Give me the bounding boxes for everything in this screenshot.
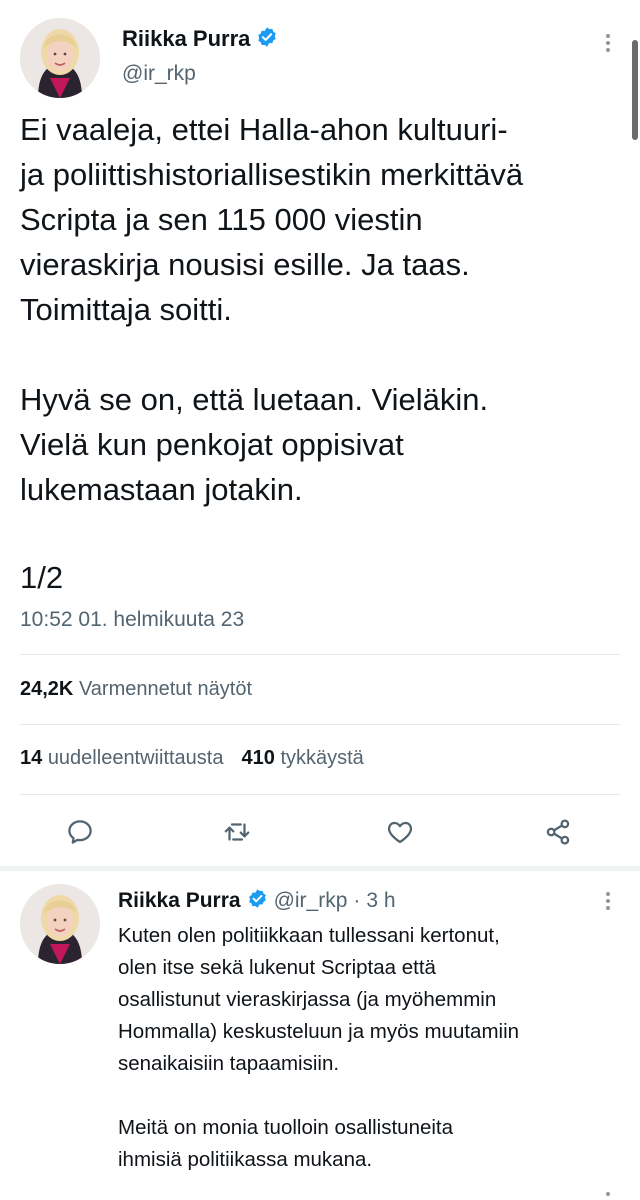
- share-icon: [546, 819, 570, 845]
- verified-badge-icon: [256, 26, 278, 53]
- likes-count: 410: [241, 747, 275, 769]
- scrollbar-thumb[interactable]: [632, 40, 638, 140]
- likes-stat[interactable]: 410 tykkäystä: [242, 747, 364, 770]
- like-button[interactable]: [382, 814, 418, 850]
- thread-index: 1/2: [20, 560, 64, 595]
- divider: [20, 654, 620, 655]
- reply-author-handle[interactable]: @ir_rkp: [274, 889, 348, 913]
- more-vertical-icon[interactable]: [598, 1186, 618, 1200]
- divider: [20, 724, 620, 725]
- share-button[interactable]: [540, 814, 576, 850]
- avatar-image: [20, 18, 100, 98]
- reply-avatar[interactable]: [20, 884, 100, 964]
- reply-text: Kuten olen politiikkaan tullessani kerto…: [118, 924, 520, 1170]
- avatar[interactable]: [20, 18, 100, 98]
- views-stat[interactable]: 24,2K Varmennetut näytöt: [20, 678, 252, 701]
- author-handle[interactable]: @ir_rkp: [122, 62, 196, 86]
- tweet-separator: [0, 866, 640, 871]
- views-count: 24,2K: [20, 678, 74, 700]
- reply-icon: [68, 820, 92, 844]
- retweets-label: uudelleentwiittausta: [47, 747, 224, 769]
- more-vertical-icon[interactable]: [598, 28, 618, 58]
- author-row: Riikka Purra: [122, 24, 278, 54]
- engagement-stats: 14 uudelleentwiittausta 410 tykkäystä: [20, 747, 364, 770]
- divider: [20, 794, 620, 795]
- avatar-image: [20, 884, 100, 964]
- likes-label: tykkäystä: [280, 747, 364, 769]
- meta-separator: ·: [353, 889, 361, 912]
- reply-author-row: Riikka Purra @ir_rkp · 3 h: [118, 886, 396, 916]
- author-name[interactable]: Riikka Purra: [122, 26, 250, 52]
- verified-badge-icon: [247, 888, 268, 915]
- retweets-stat[interactable]: 14 uudelleentwiittausta: [20, 747, 224, 770]
- views-label: Varmennetut näytöt: [78, 678, 253, 700]
- tweet-text: Ei vaaleja, ettei Halla-ahon kultuuri- j…: [20, 112, 524, 507]
- tweet-timestamp[interactable]: 10:52 01. helmikuuta 23: [20, 608, 244, 632]
- more-vertical-icon[interactable]: [598, 886, 618, 916]
- retweet-icon: [224, 823, 250, 841]
- retweets-count: 14: [20, 747, 43, 769]
- reply-author-name[interactable]: Riikka Purra: [118, 889, 241, 913]
- reply-button[interactable]: [62, 814, 98, 850]
- reply-time[interactable]: 3 h: [366, 889, 395, 913]
- heart-icon: [387, 821, 413, 844]
- retweet-button[interactable]: [219, 814, 255, 850]
